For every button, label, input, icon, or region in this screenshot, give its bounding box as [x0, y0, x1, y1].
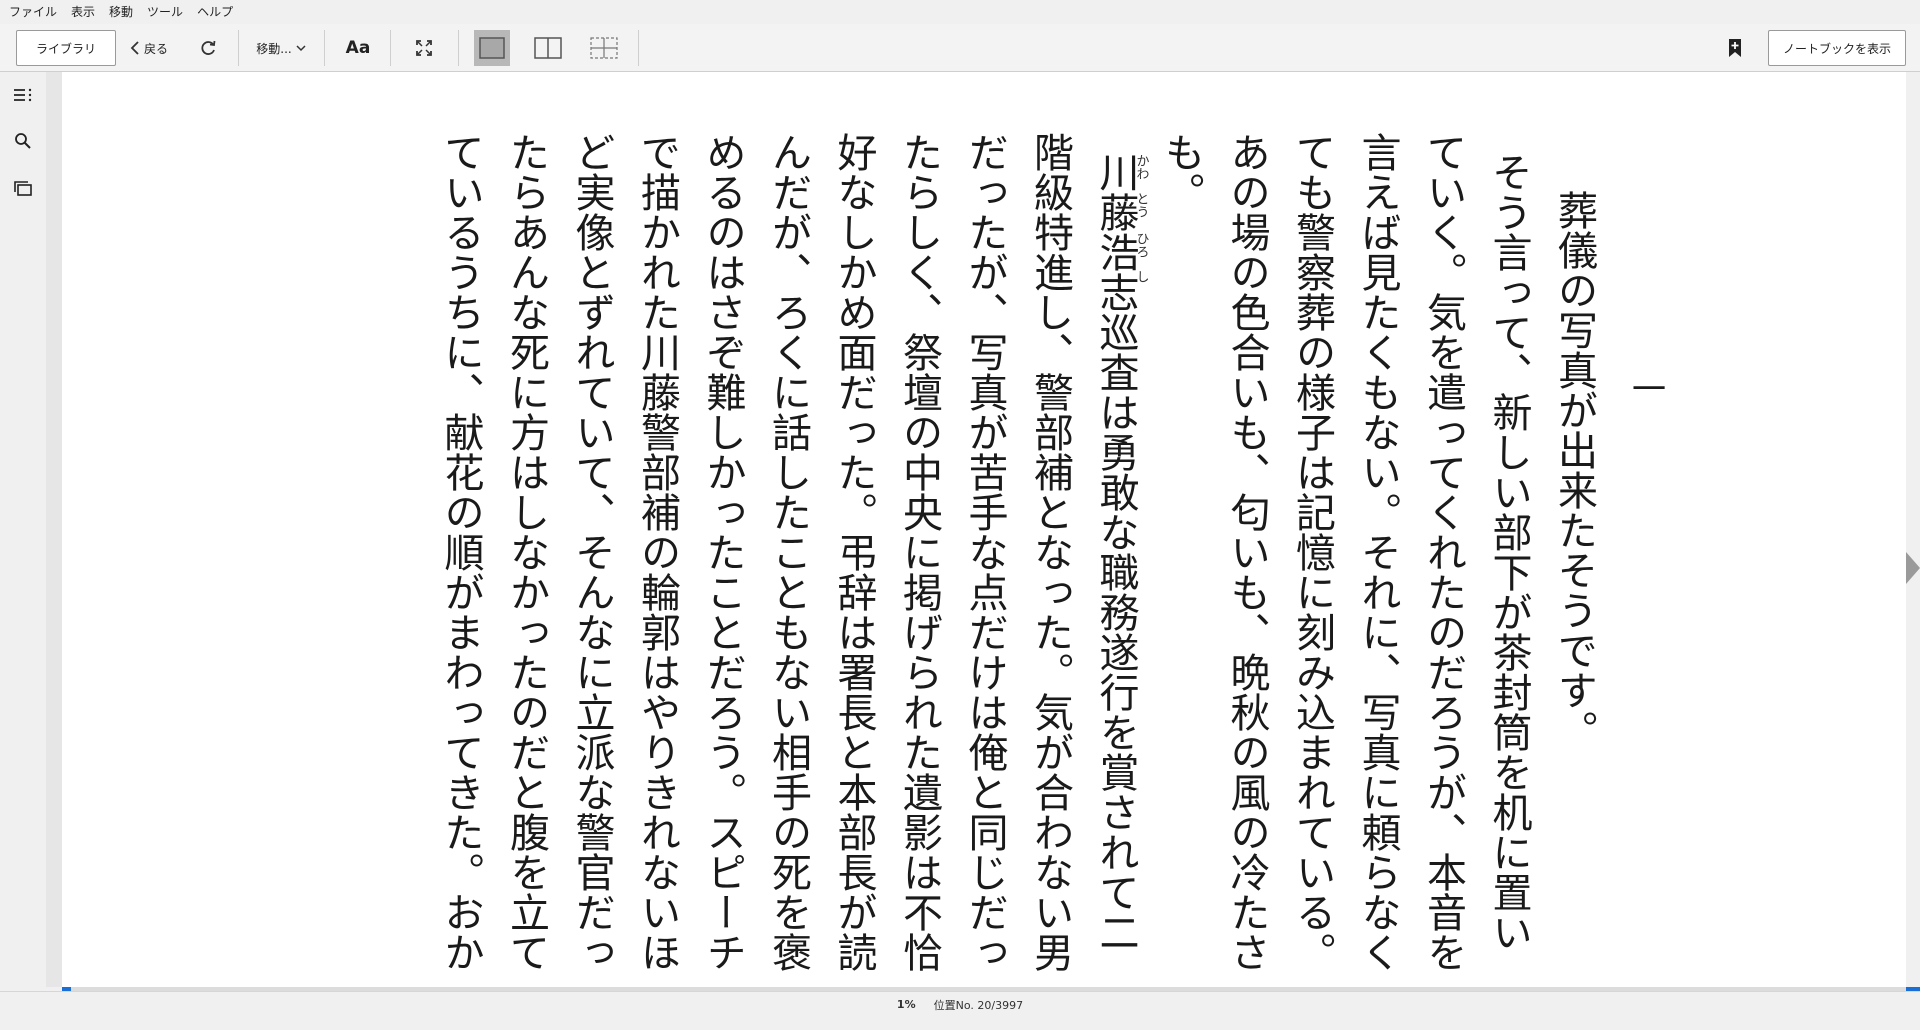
- bookmark-button[interactable]: [1720, 30, 1750, 66]
- toolbar: ライブラリ 戻る 移動... Aa ノートブックを表示: [0, 24, 1920, 72]
- single-column-icon: [479, 37, 505, 59]
- grid-icon: [590, 37, 618, 59]
- refresh-button[interactable]: [190, 30, 226, 66]
- back-button-label: 戻る: [143, 41, 168, 56]
- toolbar-divider: [238, 30, 239, 66]
- bookmark-add-icon: [1729, 39, 1741, 57]
- toolbar-divider: [324, 30, 325, 66]
- goto-label: 移動...: [256, 41, 292, 56]
- toc-icon: [14, 88, 32, 102]
- menu-view[interactable]: 表示: [64, 0, 102, 24]
- page-gutter-right: [1906, 72, 1920, 987]
- ruby-annotation: し: [1133, 270, 1149, 283]
- status-bar: 1% 位置No. 20/3997: [0, 991, 1920, 1017]
- menu-tools[interactable]: ツール: [140, 0, 190, 24]
- flashcards-button[interactable]: [8, 174, 38, 204]
- flashcards-icon: [14, 181, 32, 196]
- text-line: そう言って、新しい部下が茶封筒を机に置い: [1485, 152, 1532, 952]
- menu-bar: ファイル 表示 移動 ツール ヘルプ: [0, 0, 1920, 24]
- fullscreen-button[interactable]: [406, 30, 442, 66]
- goto-dropdown[interactable]: 移動...: [248, 30, 314, 66]
- grid-view-button[interactable]: [586, 30, 622, 66]
- chevron-down-icon: [296, 45, 306, 52]
- show-notebook-button[interactable]: ノートブックを表示: [1768, 30, 1906, 66]
- fullscreen-icon: [416, 40, 432, 56]
- back-button[interactable]: 戻る: [124, 30, 174, 66]
- text-line: めるのはさぞ難しかったことだろう。スピーチ: [699, 132, 746, 972]
- page-gutter-left: [46, 72, 62, 987]
- refresh-icon: [201, 40, 216, 55]
- text-line: ても警察葬の様子は記憶に刻み込まれている。: [1289, 132, 1335, 972]
- chevron-left-icon: [130, 41, 139, 55]
- ruby-annotation: かわ: [1133, 154, 1149, 180]
- text-line: で描かれた川藤警部補の輪郭はやりきれないほ: [634, 132, 680, 972]
- toolbar-divider: [638, 30, 639, 66]
- menu-help[interactable]: ヘルプ: [190, 0, 240, 24]
- text-line: も。: [1158, 132, 1204, 212]
- text-line: たらしく、祭壇の中央に掲げられた遺影は不恰: [896, 132, 942, 972]
- text-line: ど実像とずれていて、そんなに立派な警官だっ: [568, 132, 615, 972]
- text-line: ているうちに、献花の順がまわってきた。おか: [437, 132, 484, 972]
- text-line: だったが、写真が苦手な点だけは俺と同じだっ: [961, 132, 1008, 972]
- ruby-annotation: ひろ: [1133, 232, 1149, 258]
- ruby-annotation: とう: [1133, 192, 1149, 218]
- text-line: んだが、ろくに話したこともない相手の死を褒: [765, 132, 811, 972]
- book-text: 葬儀の写真が出来たそうです。 そう言って、新しい部下が茶封筒を机に置い ていく。気を…: [110, 132, 1710, 1012]
- menu-file[interactable]: ファイル: [2, 0, 64, 24]
- text-line: ていく。気を遣ってくれたのだろうが、本音を: [1420, 132, 1466, 972]
- left-sidebar: [0, 72, 46, 992]
- font-settings-button[interactable]: Aa: [340, 30, 376, 66]
- location-indicator: 位置No. 20/3997: [933, 998, 1024, 1012]
- text-line: 階級特進し、警部補となった。気が合わない男: [1027, 132, 1073, 972]
- search-button[interactable]: [8, 126, 38, 156]
- single-column-button[interactable]: [474, 30, 510, 66]
- reading-page[interactable]: 一 葬儀の写真が出来たそうです。 そう言って、新しい部下が茶封筒を机に置い ていく。…: [62, 72, 1906, 987]
- two-column-icon: [534, 37, 562, 59]
- toolbar-divider: [390, 30, 391, 66]
- menu-go[interactable]: 移動: [102, 0, 140, 24]
- toolbar-divider: [458, 30, 459, 66]
- library-button[interactable]: ライブラリ: [16, 30, 116, 66]
- two-column-button[interactable]: [530, 30, 566, 66]
- progress-percent: 1%: [896, 998, 916, 1011]
- text-line: たらあんな死に方はしなかったのだと腹を立て: [503, 132, 549, 972]
- text-line: 葬儀の写真が出来たそうです。: [1551, 190, 1597, 750]
- text-line: 言えば見たくもない。それに、写真に頼らなく: [1354, 132, 1401, 972]
- next-page-arrow-icon[interactable]: [1906, 552, 1920, 584]
- toc-button[interactable]: [8, 80, 38, 110]
- search-icon: [15, 133, 31, 149]
- text-line: 好なしかめ面だった。弔辞は署長と本部長が読: [830, 132, 877, 972]
- text-line: あの場の色合いも、匂いも、晩秋の風の冷たさ: [1223, 132, 1270, 972]
